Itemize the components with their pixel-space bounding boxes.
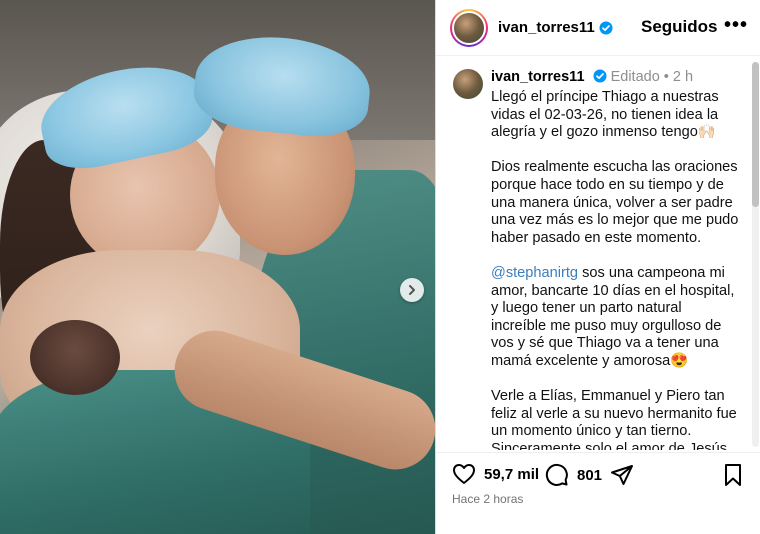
like-button[interactable]: 59,7 mil [452,463,539,485]
caption-area: ivan_torres11 Editado • 2 h Llegó el prí… [436,57,760,450]
caption-paragraph: Llegó el príncipe Thiago a nuestras vida… [491,89,719,141]
profile-avatar-ring[interactable] [450,8,488,47]
post-timestamp[interactable]: Hace 2 horas [452,492,523,506]
caption-username[interactable]: ivan_torres11 [491,69,585,85]
post-photo[interactable] [0,0,435,534]
verified-badge-icon [593,69,607,83]
post-header: ivan_torres11 Seguidos ••• [436,0,760,56]
send-icon [611,465,633,485]
caption-meta: ivan_torres11 Editado • 2 h [491,69,693,85]
avatar[interactable] [453,69,483,99]
comment-icon [545,463,568,486]
mention-link[interactable]: @stephanirtg [491,265,578,281]
save-button[interactable] [723,463,743,487]
more-options-button[interactable]: ••• [724,14,748,37]
like-count: 59,7 mil [484,465,540,483]
bookmark-icon [725,464,741,486]
action-bar: 59,7 mil 801 [436,452,760,492]
meta-separator: • [663,69,669,85]
time-ago: 2 h [672,69,694,85]
next-photo-button[interactable] [400,278,424,302]
header-username[interactable]: ivan_torres11 [498,19,595,36]
verified-badge-icon [599,21,613,34]
heart-icon [453,464,475,484]
chevron-right-icon [409,285,415,295]
comment-count: 801 [577,466,603,484]
following-button[interactable]: Seguidos [641,17,718,37]
avatar [452,10,486,45]
caption-paragraph: @stephanirtg sos una campeona mi amor, b… [491,265,739,371]
post-side-panel: ivan_torres11 Seguidos ••• ivan_torres11… [435,0,760,534]
comment-button[interactable]: 801 [545,463,602,487]
edited-label: Editado [610,69,660,85]
caption-paragraph: Verle a Elías, Emmanuel y Piero tan feli… [491,388,737,450]
caption-paragraph: Dios realmente escucha las oraciones por… [491,159,739,246]
photo-baby [30,320,120,395]
share-button[interactable] [610,463,634,487]
caption-text: Llegó el príncipe Thiago a nuestras vida… [491,89,739,450]
scrollbar-thumb[interactable] [752,62,759,207]
